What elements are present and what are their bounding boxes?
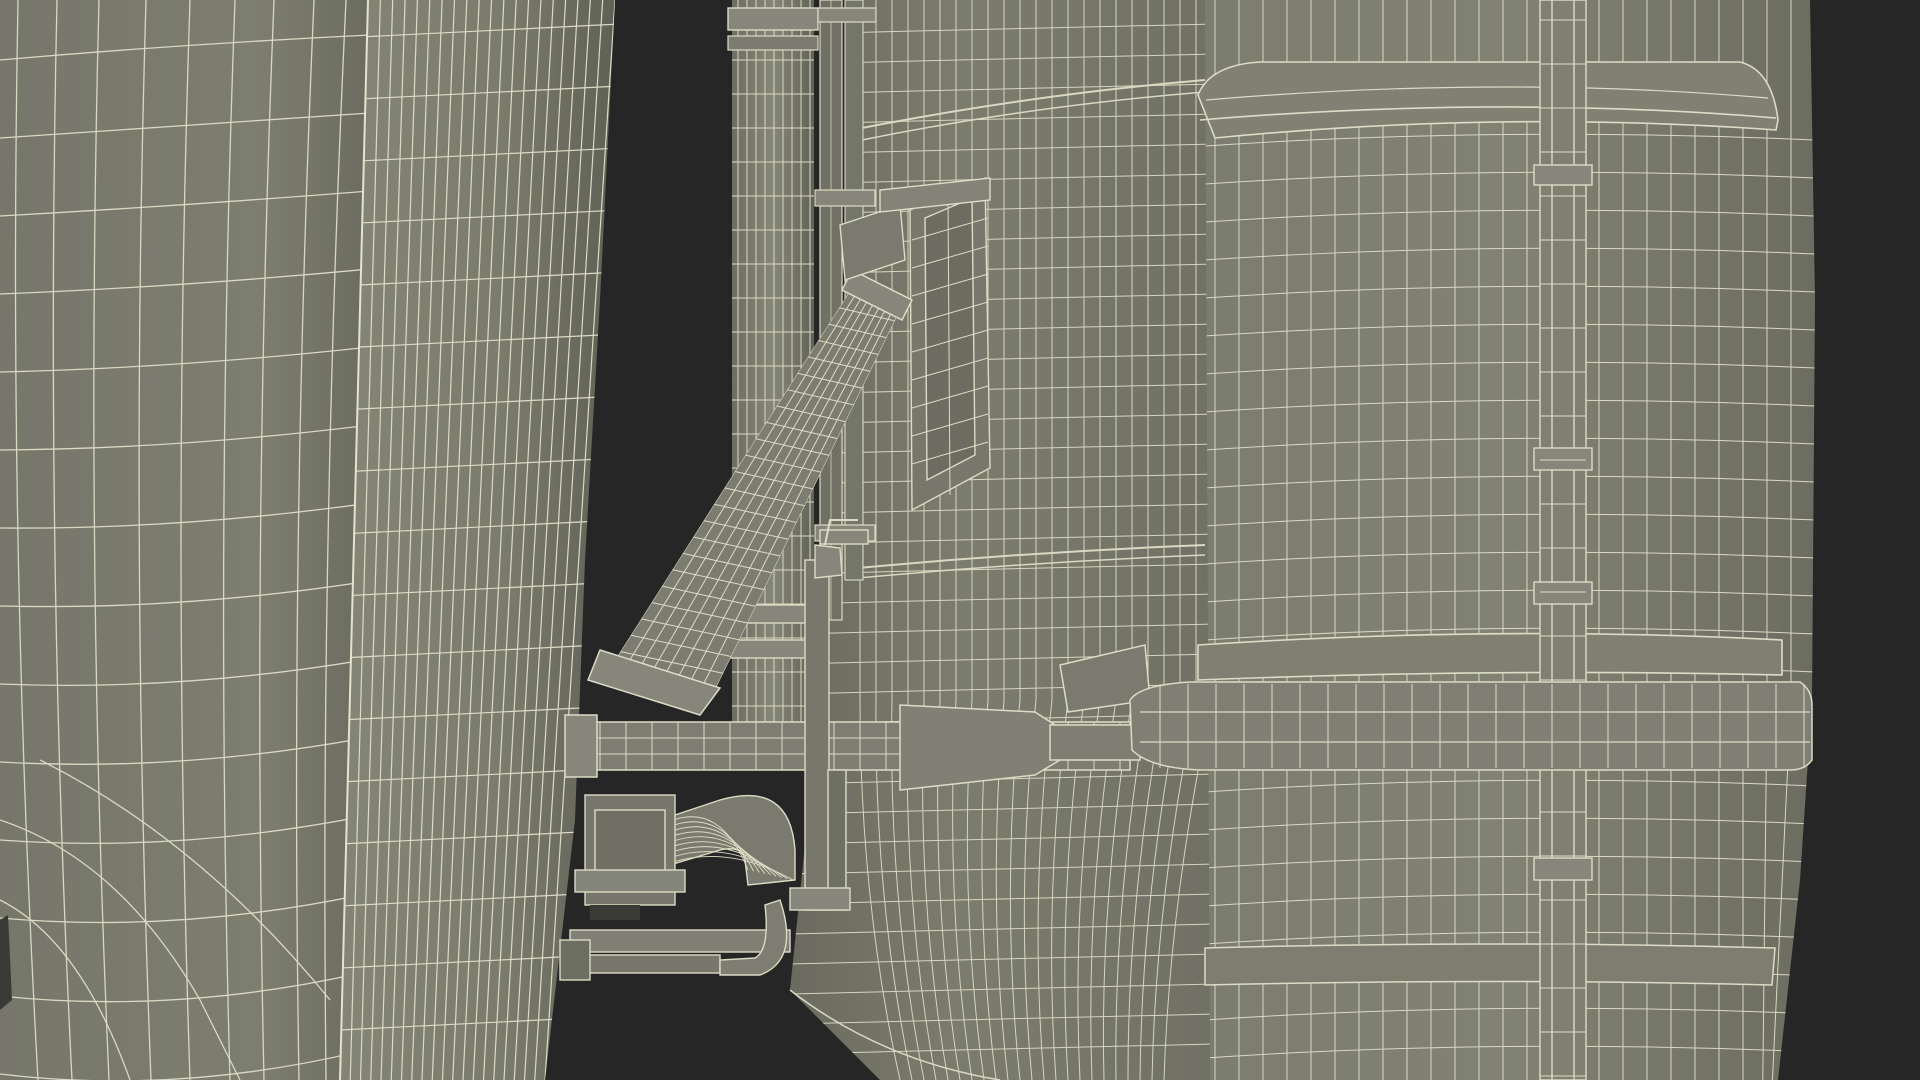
render-viewport	[0, 0, 1920, 1080]
tank-side-panel	[909, 176, 991, 512]
right-cylinder	[1197, 0, 1815, 1080]
left-structure	[0, 0, 370, 1080]
wireframe-scene	[0, 0, 1920, 1080]
vertical-strut	[1533, 0, 1593, 1080]
